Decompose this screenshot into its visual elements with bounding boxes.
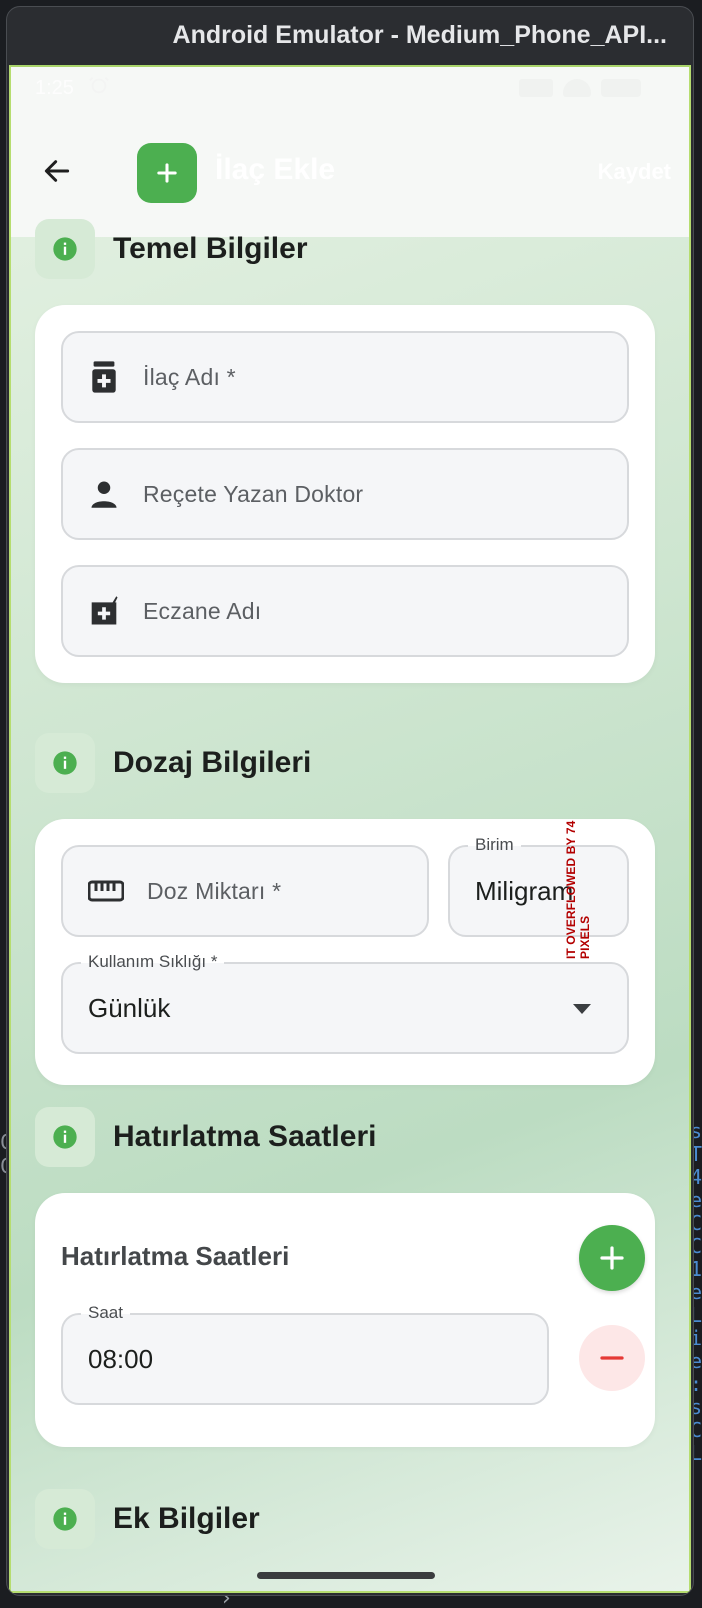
- person-icon: [91, 481, 117, 508]
- ruler-icon: [88, 880, 124, 902]
- emulator-window: Android Emulator - Medium_Phone_API... 1…: [6, 6, 694, 1596]
- wifi-icon: [563, 79, 591, 97]
- section-title-dosage: Dozaj Bilgileri: [113, 746, 312, 779]
- pharmacy-icon: [91, 596, 118, 625]
- section-title-reminders: Hatırlatma Saatleri: [113, 1120, 377, 1153]
- info-icon: [53, 1507, 77, 1531]
- save-button[interactable]: Kaydet: [598, 159, 671, 185]
- unit-value: Miligram: [475, 875, 574, 906]
- section-title-basic: Temel Bilgiler: [113, 232, 308, 265]
- drug-name-placeholder: İlaç Adı *: [143, 363, 236, 390]
- dose-amount-placeholder: Doz Miktarı *: [147, 877, 282, 904]
- time-label: Saat: [81, 1303, 130, 1323]
- info-icon: [53, 237, 77, 261]
- section-icon-tile: [35, 219, 95, 279]
- add-reminder-button[interactable]: [579, 1225, 645, 1291]
- time-value: 08:00: [88, 1343, 154, 1374]
- unit-select[interactable]: Birim Miligram: [448, 835, 629, 937]
- minus-icon: [600, 1356, 624, 1360]
- appbar-add-icon-tile: [137, 143, 197, 203]
- section-icon-tile: [35, 1107, 95, 1167]
- pharmacy-placeholder: Eczane Adı: [143, 597, 262, 624]
- doctor-input[interactable]: Reçete Yazan Doktor: [61, 448, 629, 540]
- section-header-dosage: Dozaj Bilgileri: [35, 733, 311, 793]
- section-header-extra: Ek Bilgiler: [35, 1489, 260, 1549]
- reminders-card-label: Hatırlatma Saatleri: [61, 1241, 290, 1271]
- frequency-label: Kullanım Sıklığı *: [81, 952, 225, 972]
- section-header-basic: Temel Bilgiler: [35, 219, 308, 279]
- section-icon-tile: [35, 733, 95, 793]
- info-icon: [53, 1125, 77, 1149]
- alarm-icon: [88, 74, 110, 102]
- dose-amount-input[interactable]: Doz Miktarı *: [61, 845, 429, 937]
- section-icon-tile: [35, 1489, 95, 1549]
- section-title-extra: Ek Bilgiler: [113, 1502, 260, 1535]
- phone-screen: 1:25 İlaç Ekle Kaydet Temel Bilgiler İla…: [9, 65, 691, 1593]
- frequency-value: Günlük: [88, 992, 171, 1023]
- card-basic: İlaç Adı * Reçete Yazan Doktor Eczane Ad…: [35, 305, 655, 683]
- medication-icon: [92, 361, 116, 393]
- arrow-left-icon: [44, 160, 70, 182]
- doctor-placeholder: Reçete Yazan Doktor: [143, 480, 364, 507]
- reminder-time-input[interactable]: Saat 08:00: [61, 1303, 549, 1405]
- status-bar: 1:25: [11, 67, 689, 109]
- emulator-titlebar: Android Emulator - Medium_Phone_API...: [7, 7, 693, 63]
- pharmacy-input[interactable]: Eczane Adı: [61, 565, 629, 657]
- battery-icon: [601, 79, 641, 97]
- card-reminders: Hatırlatma Saatleri Saat 08:00: [35, 1193, 655, 1447]
- app-bar: İlaç Ekle Kaydet: [11, 109, 689, 237]
- section-header-reminders: Hatırlatma Saatleri: [35, 1107, 376, 1167]
- status-time: 1:25: [35, 76, 74, 99]
- chevron-down-icon: [573, 1004, 591, 1014]
- unit-label: Birim: [468, 835, 521, 855]
- page-title: İlaç Ekle: [215, 153, 336, 186]
- plus-icon: [600, 1246, 624, 1270]
- card-dosage: Doz Miktarı * Birim Miligram Kullanım Sı…: [35, 819, 655, 1085]
- remove-reminder-button[interactable]: [579, 1325, 645, 1391]
- emulator-title: Android Emulator - Medium_Phone_API...: [172, 20, 667, 49]
- signal-icon: [519, 79, 553, 97]
- overflow-warning: IT OVERFLOWED BY 74 PIXELS: [564, 820, 592, 959]
- home-indicator[interactable]: [257, 1572, 435, 1579]
- frequency-select[interactable]: Kullanım Sıklığı * Günlük: [61, 952, 629, 1054]
- info-icon: [53, 751, 77, 775]
- drug-name-input[interactable]: İlaç Adı *: [61, 331, 629, 423]
- plus-icon: [157, 163, 177, 183]
- back-button[interactable]: [35, 149, 79, 193]
